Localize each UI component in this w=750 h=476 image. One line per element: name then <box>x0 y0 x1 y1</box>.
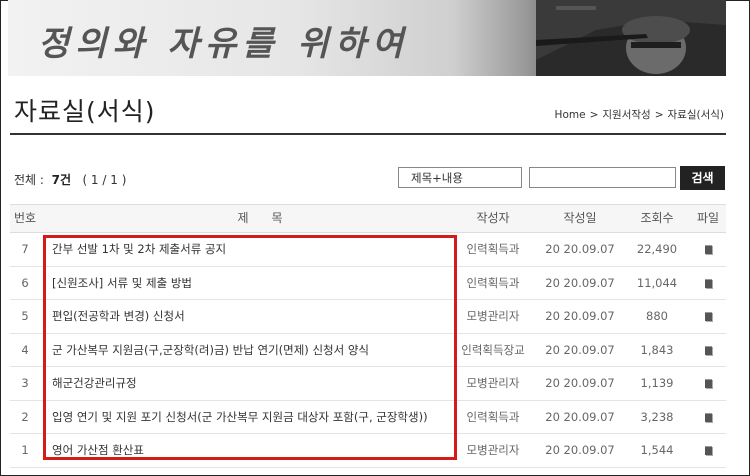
header-banner: 정의와 자유를 위하여 <box>8 0 726 76</box>
breadcrumb-current[interactable]: 자료실(서식) <box>668 109 725 121</box>
row-views: 880 <box>646 309 668 323</box>
row-file[interactable] <box>696 401 720 433</box>
row-number: 4 <box>21 342 29 357</box>
breadcrumb-apply[interactable]: 지원서작성 <box>602 109 650 121</box>
attachment-icon[interactable] <box>704 345 712 355</box>
col-file: 파일 <box>696 211 720 225</box>
attachment-icon[interactable] <box>704 312 712 321</box>
row-file[interactable] <box>696 334 720 366</box>
col-title: 제 목 <box>237 211 283 225</box>
col-views: 조회수 <box>640 211 674 225</box>
breadcrumb-home[interactable]: Home <box>555 109 586 121</box>
attachment-icon[interactable] <box>704 245 712 254</box>
soldier-image <box>536 0 726 76</box>
row-views: 22,490 <box>636 242 678 256</box>
attachment-icon[interactable] <box>704 412 712 422</box>
attachment-icon[interactable] <box>704 278 712 288</box>
attachment-icon[interactable] <box>704 379 712 388</box>
row-author: 모병관리자 <box>466 376 520 390</box>
row-file[interactable] <box>696 267 720 299</box>
table-header: 번호 제 목 작성자 작성일 조회수 파일 <box>10 204 726 233</box>
row-author: 인력획득과 <box>466 409 520 424</box>
search-field-select[interactable]: 제목+내용 <box>398 167 522 188</box>
row-date: 20 20.09.07 <box>545 242 615 256</box>
row-number: 7 <box>21 242 29 256</box>
row-date: 20 20.09.07 <box>545 342 615 357</box>
row-file[interactable] <box>696 300 720 332</box>
col-no: 번호 <box>13 211 37 225</box>
row-author: 인력획득과 <box>466 275 520 290</box>
row-number: 1 <box>21 443 29 457</box>
row-date: 20 20.09.07 <box>545 409 615 424</box>
total-value: 7건 <box>51 173 71 187</box>
row-file[interactable] <box>696 233 720 265</box>
row-views: 1,843 <box>640 342 674 357</box>
search-button[interactable]: 검색 <box>680 166 725 190</box>
row-views: 3,238 <box>640 409 674 424</box>
row-author: 모병관리자 <box>466 309 520 323</box>
total-label: 전체 : <box>14 173 44 187</box>
page-info: ( 1 / 1 ) <box>82 173 127 187</box>
row-views: 1,544 <box>640 443 674 457</box>
search-input[interactable] <box>529 167 676 188</box>
row-number: 3 <box>21 376 29 390</box>
attachment-icon[interactable] <box>704 446 712 455</box>
row-date: 20 20.09.07 <box>545 309 615 323</box>
row-date: 20 20.09.07 <box>545 376 615 390</box>
breadcrumb: Home > 지원서작성 > 자료실(서식) <box>553 107 726 122</box>
row-number: 2 <box>21 409 29 424</box>
row-views: 11,044 <box>636 275 678 290</box>
highlight-box <box>43 235 457 460</box>
row-date: 20 20.09.07 <box>545 275 615 290</box>
breadcrumb-separator: > <box>654 109 664 121</box>
row-number: 5 <box>21 309 29 323</box>
row-file[interactable] <box>696 367 720 399</box>
row-author: 모병관리자 <box>466 443 520 457</box>
col-author: 작성자 <box>476 211 510 225</box>
total-count: 전체 : 7건 ( 1 / 1 ) <box>14 171 126 188</box>
banner-title: 정의와 자유를 위하여 <box>38 24 410 64</box>
breadcrumb-separator: > <box>589 109 599 121</box>
row-author: 인력획득장교 <box>461 342 525 357</box>
col-date: 작성일 <box>563 211 597 225</box>
row-number: 6 <box>21 275 29 290</box>
row-author: 인력획득과 <box>466 242 520 256</box>
page-title: 자료실(서식) <box>14 97 156 126</box>
row-file[interactable] <box>696 434 720 466</box>
row-views: 1,139 <box>640 376 674 390</box>
heading-divider <box>10 133 726 135</box>
row-date: 20 20.09.07 <box>545 443 615 457</box>
